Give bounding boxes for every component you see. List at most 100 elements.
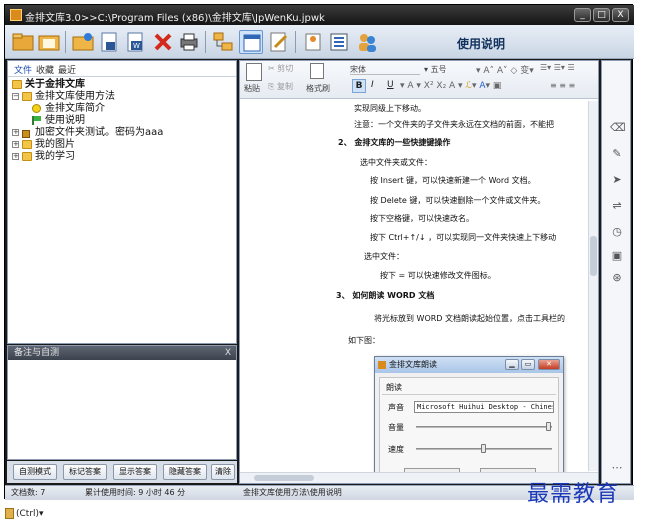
more-icon[interactable]: ⋯ bbox=[610, 461, 624, 475]
tree-expander[interactable]: + bbox=[12, 153, 19, 160]
vertical-scroll-thumb[interactable] bbox=[590, 236, 597, 276]
size-select[interactable]: ▾ 五号 bbox=[424, 64, 447, 75]
side-tool-strip: ⌫ ✎ ➤ ⇌ ◷ ▣ ⊛ ⋯ bbox=[601, 60, 631, 484]
volume-slider-knob bbox=[546, 422, 551, 431]
underline-button[interactable]: U bbox=[387, 80, 394, 90]
pen-icon[interactable]: ✎ bbox=[610, 147, 624, 161]
users-icon[interactable] bbox=[355, 30, 379, 54]
size-value: 五号 bbox=[430, 65, 447, 74]
maximize-button[interactable]: □ bbox=[593, 8, 610, 22]
tree-item-label: 关于金排文库 bbox=[25, 79, 85, 90]
tab-favorites[interactable]: 收藏 bbox=[36, 63, 54, 76]
image-icon[interactable]: ▣ bbox=[610, 249, 624, 263]
doc-heading: 2、 金排文库的一些快捷键操作 bbox=[338, 138, 451, 147]
italic-button[interactable]: I bbox=[371, 80, 374, 90]
bold-button[interactable]: B bbox=[352, 79, 366, 93]
save-doc-icon[interactable]: W bbox=[123, 30, 147, 54]
doc-line: 如下图： bbox=[348, 336, 380, 345]
format-painter-button[interactable]: 格式刷 bbox=[306, 83, 330, 94]
cut-button[interactable]: ✂ 剪切 bbox=[268, 63, 293, 74]
horizontal-scroll-thumb[interactable] bbox=[254, 475, 314, 481]
folder-star-icon[interactable] bbox=[71, 30, 95, 54]
watermark: 最需教育 bbox=[527, 482, 620, 507]
tree-expander[interactable]: + bbox=[12, 129, 19, 136]
volume-label: 音量 bbox=[388, 423, 404, 432]
new-doc-icon[interactable] bbox=[97, 30, 121, 54]
doc-line: 按下空格键，可以快速改名。 bbox=[370, 214, 474, 223]
dialog-body: 朗读 声音 Microsoft Huihui Desktop - Chinese… bbox=[379, 377, 559, 483]
svg-text:W: W bbox=[133, 42, 140, 50]
doc-line: 按下 = 可以快速修改文件图标。 bbox=[380, 271, 496, 280]
current-path: 金排文库使用方法\使用说明 bbox=[243, 488, 342, 497]
font-select[interactable]: 宋体 bbox=[350, 64, 420, 75]
notes-panel: 备注与自测 X bbox=[7, 345, 237, 460]
main-toolbar: W 使用说明 bbox=[5, 25, 634, 59]
tree-expander[interactable]: − bbox=[12, 93, 19, 100]
doc-line: 选中文件夹或文件： bbox=[360, 158, 432, 167]
compass-icon[interactable]: ⊛ bbox=[610, 271, 624, 285]
hide-answer-button[interactable]: 隐藏答案 bbox=[163, 464, 207, 480]
usage-time: 累计使用时间: 9 小时 46 分 bbox=[85, 488, 186, 497]
doc-line: 选中文件： bbox=[364, 252, 404, 261]
title-bar: 金排文库3.0>>C:\Program Files (x86)\金排文库\JpW… bbox=[5, 5, 634, 25]
doc-line: 按 Insert 键，可以快速新建一个 Word 文档。 bbox=[370, 176, 536, 185]
document-editor: 粘贴 ✂ 剪切 ⎘ 复制 格式刷 宋体 ▾ 五号 ▾ A˄ A˅ ◇ 变▾ ☰▾… bbox=[239, 60, 599, 484]
paste-button[interactable]: 粘贴 bbox=[244, 83, 260, 94]
align-buttons[interactable]: ≡ ≡ ≡ bbox=[550, 81, 575, 90]
read-section-label: 朗读 bbox=[386, 383, 402, 392]
window-title: 金排文库3.0>>C:\Program Files (x86)\金排文库\JpW… bbox=[25, 13, 325, 24]
folder-icon[interactable] bbox=[37, 30, 61, 54]
cut-label: 剪切 bbox=[277, 64, 294, 73]
notes-title: 备注与自测 bbox=[14, 348, 60, 358]
tab-files[interactable]: 文件 bbox=[14, 63, 32, 76]
clock-icon[interactable]: ◷ bbox=[610, 225, 624, 239]
paste-chip-label: (Ctrl) bbox=[16, 509, 40, 519]
font-effects[interactable]: ▾ A ▾ X² X₂ A ▾ ℒ▾ A▾ ▣ bbox=[400, 81, 501, 91]
font-value: 宋体 bbox=[350, 65, 366, 74]
cursor-icon[interactable]: ➤ bbox=[610, 173, 624, 187]
self-test-buttons: 自测模式 标记答案 显示答案 隐藏答案 清除 bbox=[7, 461, 237, 483]
editor-vertical-scrollbar[interactable] bbox=[588, 101, 598, 471]
panel-tabs: 文件 收藏 最近 bbox=[8, 61, 236, 77]
dialog-maximize-button: ▭ bbox=[521, 359, 535, 370]
tree-expander[interactable]: + bbox=[12, 141, 19, 148]
dialog-app-icon bbox=[378, 361, 386, 369]
minimize-button[interactable]: _ bbox=[574, 8, 591, 22]
copy-button[interactable]: ⎘ 复制 bbox=[268, 81, 293, 92]
edit-icon[interactable] bbox=[267, 30, 291, 54]
show-answer-button[interactable]: 显示答案 bbox=[113, 464, 157, 480]
dialog-title-bar: 金排文库朗读 ▁ ▭ ✕ bbox=[375, 357, 563, 373]
list-buttons[interactable]: ☰▾ ☰▾ ☰ bbox=[540, 63, 575, 72]
open-folder-icon[interactable] bbox=[11, 30, 35, 54]
list-icon[interactable] bbox=[327, 30, 351, 54]
eraser-icon[interactable]: ⌫ bbox=[610, 121, 626, 135]
single-view-icon[interactable] bbox=[239, 30, 263, 54]
paste-icon[interactable] bbox=[246, 63, 262, 81]
format-painter-icon[interactable] bbox=[310, 63, 324, 79]
settings-sliders-icon[interactable]: ⇌ bbox=[610, 199, 624, 213]
doc-heading: 3、 如何朗读 WORD 文档 bbox=[336, 291, 435, 300]
self-test-mode-button[interactable]: 自测模式 bbox=[13, 464, 57, 480]
tree-view-icon[interactable] bbox=[211, 30, 235, 54]
paste-options-chip[interactable]: (Ctrl)▾ bbox=[5, 508, 44, 521]
speed-label: 速度 bbox=[388, 445, 404, 454]
speed-slider-knob bbox=[481, 444, 486, 453]
mark-answer-button[interactable]: 标记答案 bbox=[63, 464, 107, 480]
print-icon[interactable] bbox=[177, 30, 201, 54]
doc-line: 将光标放到 WORD 文档朗读起始位置，点击工具栏的 bbox=[374, 314, 566, 323]
clear-button[interactable]: 清除 bbox=[211, 464, 235, 480]
dialog-close-button: ✕ bbox=[538, 359, 560, 370]
notes-close-button[interactable]: X bbox=[225, 346, 231, 360]
doc-line: 注意：一个文件夹的子文件夹永远在文档的前面，不能把 bbox=[354, 120, 554, 129]
clipboard-icon bbox=[5, 508, 14, 519]
notes-textarea[interactable] bbox=[8, 360, 236, 459]
close-button[interactable]: X bbox=[612, 8, 629, 22]
tab-recent[interactable]: 最近 bbox=[58, 63, 76, 76]
font-grow-shrink[interactable]: ▾ A˄ A˅ ◇ 变▾ bbox=[476, 63, 534, 76]
doc-icon[interactable] bbox=[301, 30, 325, 54]
delete-icon[interactable] bbox=[151, 30, 175, 54]
voice-select: Microsoft Huihui Desktop - Chinese bbox=[414, 401, 554, 413]
app-icon bbox=[10, 9, 22, 21]
app-window: 金排文库3.0>>C:\Program Files (x86)\金排文库\JpW… bbox=[4, 4, 634, 500]
voice-label: 声音 bbox=[388, 403, 404, 412]
